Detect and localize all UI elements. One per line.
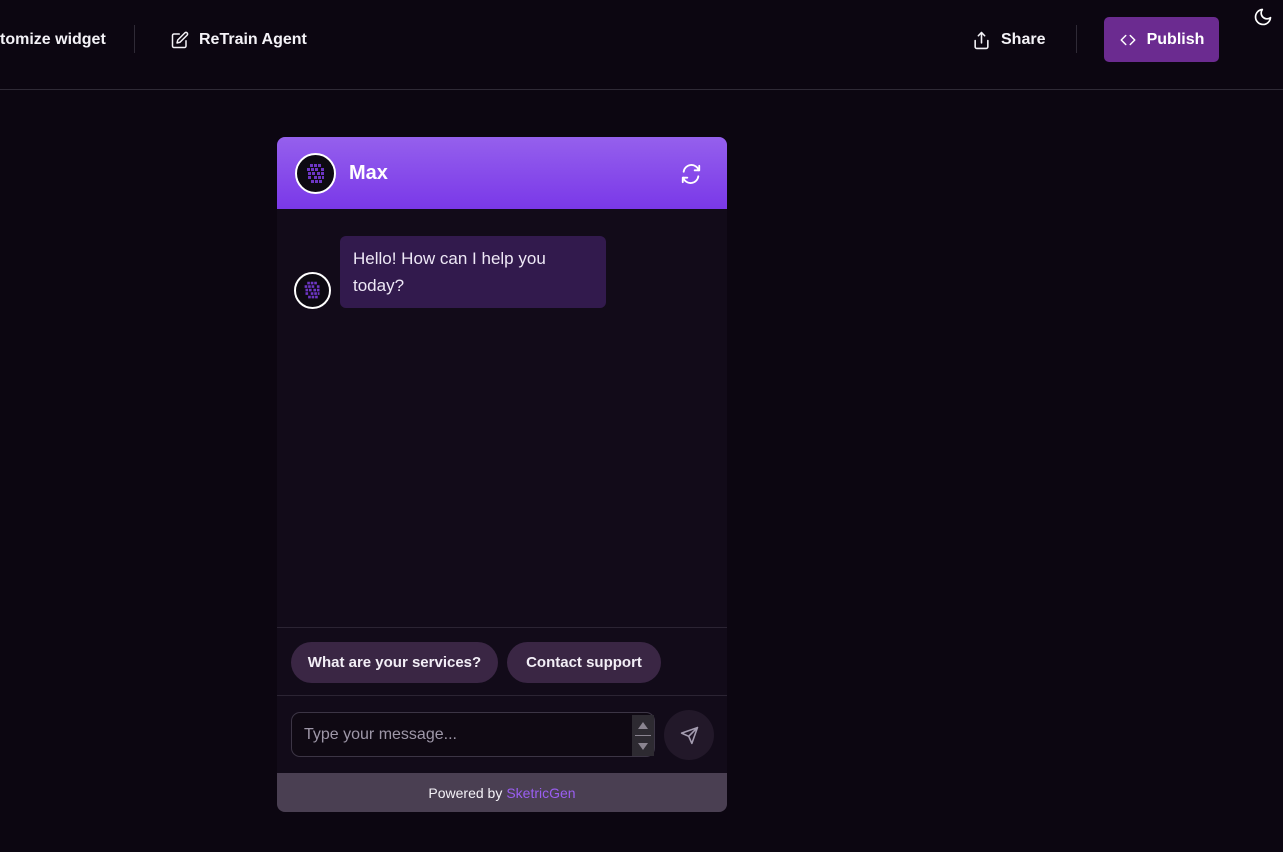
customize-widget-label: tomize widget [0, 31, 106, 48]
publish-button[interactable]: Publish [1104, 17, 1219, 62]
quick-replies: What are your services? Contact support [277, 627, 727, 696]
agent-avatar [295, 153, 336, 194]
share-label: Share [1001, 31, 1046, 48]
send-button[interactable] [664, 710, 714, 760]
powered-by-label: Powered by [428, 784, 503, 801]
retrain-agent-button[interactable]: ReTrain Agent [171, 27, 307, 53]
divider [1076, 25, 1077, 53]
chat-header: Max [277, 137, 727, 209]
bot-message-avatar [294, 272, 331, 309]
moon-icon[interactable] [1253, 7, 1273, 27]
agent-name: Max [349, 162, 388, 184]
input-spinner [632, 715, 654, 756]
spinner-up-icon[interactable] [632, 715, 654, 735]
code-icon [1120, 34, 1136, 45]
quick-reply-contact-support[interactable]: Contact support [507, 642, 661, 683]
chat-widget-preview: Max Hello! How can I help you today? Wha… [277, 137, 727, 812]
divider [134, 25, 135, 53]
edit-icon [171, 31, 189, 49]
refresh-icon[interactable] [680, 163, 702, 185]
publish-label: Publish [1146, 30, 1205, 48]
top-toolbar: tomize widget ReTrain Agent Share Publis… [0, 0, 1283, 90]
share-button[interactable]: Share [972, 27, 1045, 53]
quick-reply-services[interactable]: What are your services? [291, 642, 498, 683]
spinner-down-icon[interactable] [632, 736, 654, 756]
customize-widget-tab[interactable]: tomize widget [0, 27, 106, 53]
brand-link[interactable]: SketricGen [506, 785, 575, 801]
retrain-agent-label: ReTrain Agent [199, 31, 307, 48]
logo-icon [304, 281, 320, 299]
powered-by-footer: Powered by SketricGen [277, 773, 727, 812]
message-input-container [291, 712, 655, 757]
message-input[interactable] [293, 714, 629, 755]
share-icon [974, 31, 989, 49]
logo-icon [306, 163, 324, 183]
send-icon [680, 726, 698, 744]
bot-message-bubble: Hello! How can I help you today? [340, 236, 606, 308]
